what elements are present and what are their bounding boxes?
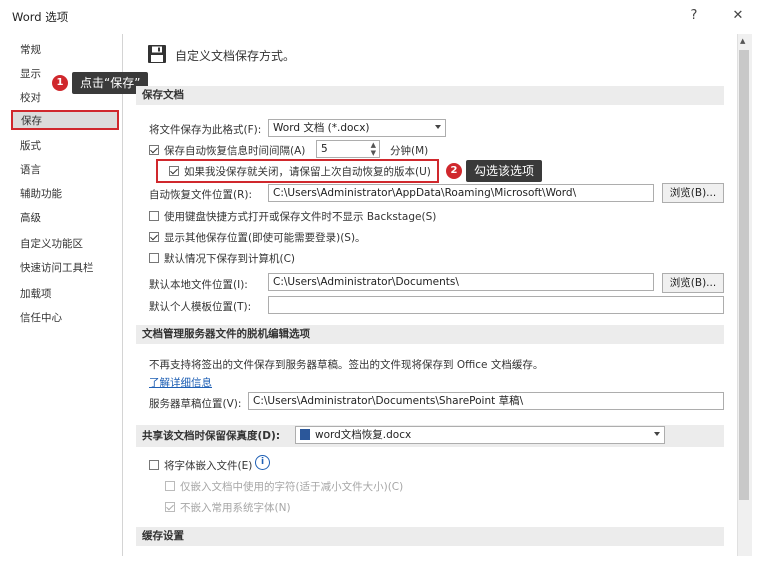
scroll-up-icon[interactable]: ▲ [740, 37, 745, 45]
section-cache: 缓存设置 [136, 527, 724, 546]
title-bar: Word 选项 ? ✕ [0, 0, 760, 32]
embed-used-chars-label: 仅嵌入文档中使用的字符(适于减小文件大小)(C) [180, 481, 404, 493]
section-save-documents: 保存文档 [136, 86, 724, 105]
embed-fonts-label: 将字体嵌入文件(E) [164, 460, 253, 472]
backstage-label: 使用键盘快捷方式打开或保存文件时不显示 Backstage(S) [164, 211, 437, 223]
close-button[interactable]: ✕ [728, 6, 748, 26]
fidelity-doc-dropdown[interactable]: word文档恢复.docx [295, 426, 665, 444]
info-icon[interactable]: i [255, 455, 270, 470]
minutes-label: 分钟(M) [390, 145, 429, 157]
sidebar-item-advanced[interactable]: 高级 [12, 208, 118, 228]
callout-step-2: 勾选该选项 [466, 160, 543, 182]
save-options-panel: 自定义文档保存方式。 保存文档 将文件保存为此格式(F): Word 文档 (*… [125, 34, 737, 556]
embed-fonts-checkbox[interactable] [149, 460, 159, 470]
default-local-input[interactable]: C:\Users\Administrator\Documents\ [268, 273, 654, 291]
offline-note: 不再支持将签出的文件保存到服务器草稿。签出的文件现将保存到 Office 文档缓… [149, 359, 544, 371]
sidebar-item-trust-center[interactable]: 信任中心 [12, 308, 118, 328]
sidebar-item-general[interactable]: 常规 [12, 40, 118, 60]
autorecover-checkbox[interactable] [149, 145, 159, 155]
help-button[interactable]: ? [684, 6, 704, 26]
sidebar-item-customize-ribbon[interactable]: 自定义功能区 [12, 234, 118, 254]
window-title: Word 选项 [12, 10, 69, 24]
personal-template-input[interactable] [268, 296, 724, 314]
sidebar-item-accessibility[interactable]: 辅助功能 [12, 184, 118, 204]
chevron-down-icon [435, 125, 441, 129]
stepper-arrows-icon[interactable]: ▲ ▼ [371, 141, 376, 157]
save-format-dropdown[interactable]: Word 文档 (*.docx) [268, 119, 446, 137]
sidebar-item-layout[interactable]: 版式 [12, 136, 118, 156]
drafts-location-input[interactable]: C:\Users\Administrator\Documents\SharePo… [248, 392, 724, 410]
show-locations-checkbox[interactable] [149, 232, 159, 242]
sidebar-item-addins[interactable]: 加载项 [12, 284, 118, 304]
no-common-fonts-label: 不嵌入常用系统字体(N) [180, 502, 291, 514]
section-offline-editing: 文档管理服务器文件的脱机编辑选项 [136, 325, 724, 344]
default-local-label: 默认本地文件位置(I): [149, 279, 248, 291]
show-locations-label: 显示其他保存位置(即使可能需要登录)(S)。 [164, 232, 366, 244]
word-doc-icon [300, 429, 310, 440]
autorecover-location-input[interactable]: C:\Users\Administrator\AppData\Roaming\M… [268, 184, 654, 202]
sidebar-item-save[interactable]: 保存 [11, 110, 119, 130]
save-icon [148, 45, 166, 63]
no-common-fonts-checkbox[interactable] [165, 502, 175, 512]
drafts-location-label: 服务器草稿位置(V): [149, 398, 242, 410]
options-sidebar: 常规 显示 校对 保存 版式 语言 辅助功能 高级 自定义功能区 快速访问工具栏… [8, 34, 123, 556]
sidebar-item-quick-access[interactable]: 快速访问工具栏 [12, 258, 118, 278]
save-format-value: Word 文档 (*.docx) [273, 122, 370, 134]
autorecover-minutes-stepper[interactable]: 5 ▲ ▼ [316, 140, 380, 158]
autorecover-minutes-value: 5 [321, 143, 328, 155]
personal-template-label: 默认个人模板位置(T): [149, 301, 252, 313]
default-computer-checkbox[interactable] [149, 253, 159, 263]
browse-local-button[interactable]: 浏览(B)... [662, 273, 724, 293]
learn-more-link[interactable]: 了解详细信息 [149, 375, 212, 390]
highlight-keep-last-option [156, 159, 439, 183]
autorecover-location-label: 自动恢复文件位置(R): [149, 189, 253, 201]
backstage-checkbox[interactable] [149, 211, 159, 221]
embed-used-chars-checkbox[interactable] [165, 481, 175, 491]
save-format-label: 将文件保存为此格式(F): [149, 124, 262, 136]
fidelity-label: 共享该文档时保留保真度(D): [142, 430, 281, 442]
default-computer-label: 默认情况下保存到计算机(C) [164, 253, 296, 265]
autorecover-label: 保存自动恢复信息时间间隔(A) [164, 145, 306, 157]
step-badge-2: 2 [446, 163, 462, 179]
sidebar-item-language[interactable]: 语言 [12, 160, 118, 180]
step-badge-1: 1 [52, 75, 68, 91]
chevron-down-icon [654, 432, 660, 436]
scrollbar-thumb[interactable] [739, 50, 749, 500]
browse-autorecover-button[interactable]: 浏览(B)... [662, 183, 724, 203]
fidelity-doc-value: word文档恢复.docx [315, 429, 412, 441]
page-title: 自定义文档保存方式。 [175, 49, 296, 63]
